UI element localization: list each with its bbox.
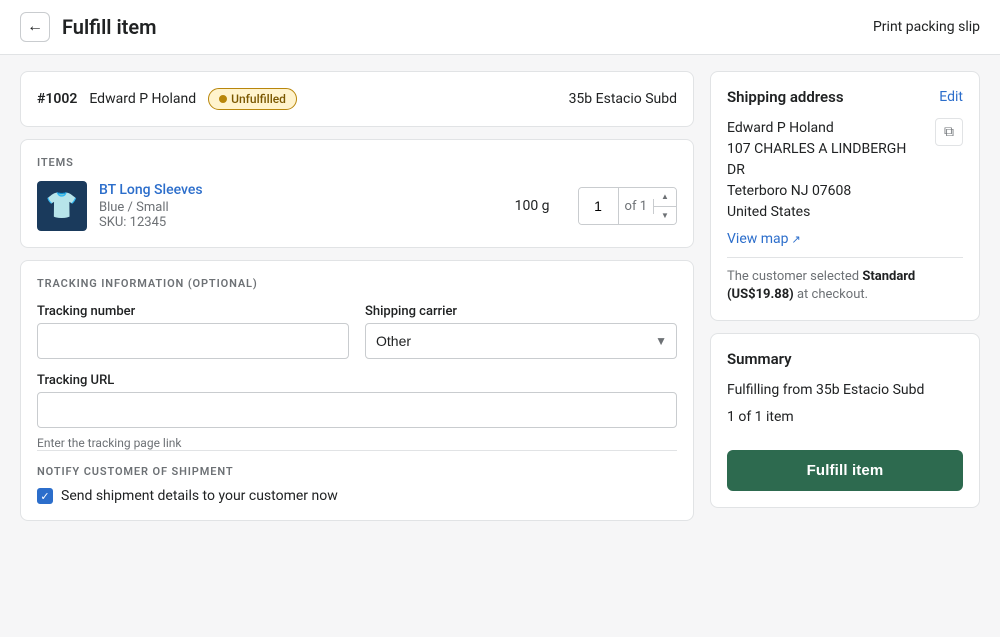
shipping-address-title: Shipping address	[727, 88, 844, 106]
item-count: 1 of 1 item	[727, 407, 963, 428]
summary-title: Summary	[727, 350, 963, 368]
top-bar: ← Fulfill item Print packing slip	[0, 0, 1000, 55]
page-wrapper: ← Fulfill item Print packing slip #1002 …	[0, 0, 1000, 637]
item-sku: SKU: 12345	[99, 215, 503, 230]
item-details: BT Long Sleeves Blue / Small SKU: 12345	[99, 182, 503, 230]
fulfilling-from: Fulfilling from 35b Estacio Subd	[727, 380, 963, 401]
address-city-state-zip: Teterboro NJ 07608	[727, 181, 927, 202]
tracking-number-input[interactable]	[37, 323, 349, 359]
items-section-label: ITEMS	[37, 156, 677, 169]
address-street: 107 CHARLES A LINDBERGH DR	[727, 139, 927, 181]
print-packing-slip-link[interactable]: Print packing slip	[873, 19, 980, 35]
item-row: 👕 BT Long Sleeves Blue / Small SKU: 1234…	[37, 181, 677, 231]
items-card: ITEMS 👕 BT Long Sleeves Blue / Small SKU…	[20, 139, 694, 248]
shipping-note: The customer selected Standard (US$19.88…	[727, 257, 963, 304]
view-map-link[interactable]: View map ↗	[727, 231, 801, 247]
shipping-carrier-label: Shipping carrier	[365, 304, 677, 319]
back-button[interactable]: ←	[20, 12, 50, 42]
shipping-method: Standard (US$19.88)	[727, 269, 915, 302]
tracking-fields-row: Tracking number Shipping carrier Other U…	[37, 304, 677, 359]
quantity-decrement-button[interactable]: ▼	[654, 207, 676, 225]
quantity-increment-button[interactable]: ▲	[654, 188, 676, 207]
shipping-carrier-select-wrapper: Other UPS FedEx USPS DHL ▼	[365, 323, 677, 359]
checkmark-icon: ✓	[40, 491, 49, 502]
shipping-carrier-group: Shipping carrier Other UPS FedEx USPS DH…	[365, 304, 677, 359]
order-number: #1002	[37, 91, 77, 107]
order-info-card: #1002 Edward P Holand Unfulfilled 35b Es…	[20, 71, 694, 127]
notify-section-label: NOTIFY CUSTOMER OF SHIPMENT	[37, 465, 677, 478]
address-block: Edward P Holand 107 CHARLES A LINDBERGH …	[727, 118, 963, 223]
quantity-input[interactable]	[579, 188, 619, 224]
address-country: United States	[727, 202, 927, 223]
top-bar-left: ← Fulfill item	[20, 12, 157, 42]
status-dot-icon	[219, 95, 227, 103]
edit-address-link[interactable]: Edit	[939, 89, 963, 105]
right-column: Shipping address Edit Edward P Holand 10…	[710, 71, 980, 521]
tracking-number-group: Tracking number	[37, 304, 349, 359]
shipping-carrier-select[interactable]: Other UPS FedEx USPS DHL	[365, 323, 677, 359]
quantity-control: of 1 ▲ ▼	[578, 187, 677, 225]
tracking-url-group: Tracking URL Enter the tracking page lin…	[37, 373, 677, 450]
address-name: Edward P Holand	[727, 118, 927, 139]
shipping-address-card: Shipping address Edit Edward P Holand 10…	[710, 71, 980, 321]
shipping-address-header: Shipping address Edit	[727, 88, 963, 106]
order-info-row: #1002 Edward P Holand Unfulfilled 35b Es…	[37, 88, 677, 110]
content-area: #1002 Edward P Holand Unfulfilled 35b Es…	[0, 55, 1000, 537]
item-name-link[interactable]: BT Long Sleeves	[99, 182, 203, 198]
address-text: Edward P Holand 107 CHARLES A LINDBERGH …	[727, 118, 927, 223]
tracking-section-label: TRACKING INFORMATION (OPTIONAL)	[37, 277, 677, 290]
status-badge: Unfulfilled	[208, 88, 297, 110]
notify-checkbox-row[interactable]: ✓ Send shipment details to your customer…	[37, 488, 677, 504]
shirt-icon: 👕	[46, 191, 78, 221]
fulfill-item-button[interactable]: Fulfill item	[727, 450, 963, 491]
tracking-url-label: Tracking URL	[37, 373, 677, 388]
tracking-url-input[interactable]	[37, 392, 677, 428]
tracking-card: TRACKING INFORMATION (OPTIONAL) Tracking…	[20, 260, 694, 521]
item-image: 👕	[37, 181, 87, 231]
tracking-url-hint: Enter the tracking page link	[37, 436, 677, 450]
copy-icon: ⧉	[944, 124, 954, 140]
tracking-number-label: Tracking number	[37, 304, 349, 319]
copy-address-button[interactable]: ⧉	[935, 118, 963, 146]
summary-card: Summary Fulfilling from 35b Estacio Subd…	[710, 333, 980, 508]
main-column: #1002 Edward P Holand Unfulfilled 35b Es…	[20, 71, 694, 521]
page-title: Fulfill item	[62, 15, 157, 39]
notify-section: NOTIFY CUSTOMER OF SHIPMENT ✓ Send shipm…	[37, 450, 677, 504]
customer-name: Edward P Holand	[89, 91, 196, 107]
item-variant: Blue / Small	[99, 200, 503, 215]
quantity-of-label: of 1	[619, 199, 654, 214]
external-link-icon: ↗	[792, 233, 801, 246]
order-location: 35b Estacio Subd	[569, 91, 677, 107]
view-map-label: View map	[727, 231, 789, 247]
quantity-arrows: ▲ ▼	[654, 188, 676, 224]
notify-checkbox[interactable]: ✓	[37, 488, 53, 504]
notify-checkbox-label: Send shipment details to your customer n…	[61, 488, 338, 504]
status-label: Unfulfilled	[231, 92, 286, 106]
view-map-row: View map ↗	[727, 223, 963, 247]
item-weight: 100 g	[515, 198, 550, 214]
